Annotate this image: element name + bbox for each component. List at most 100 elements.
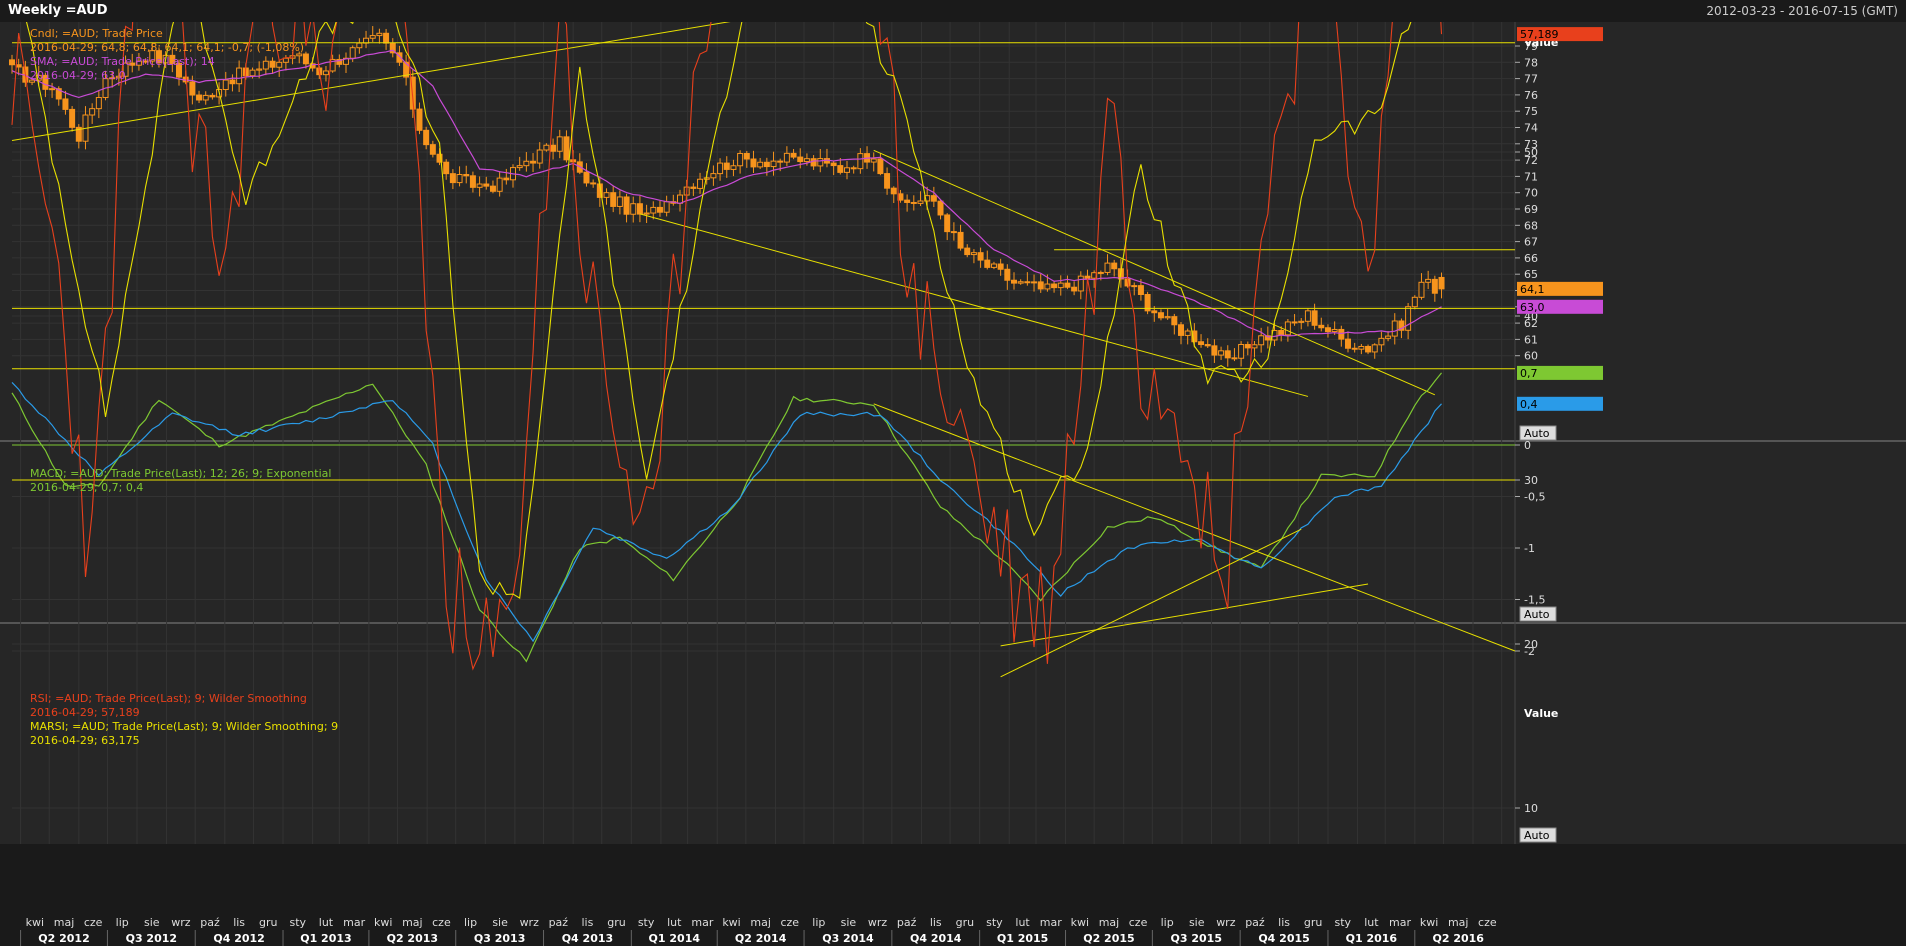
candle-body — [977, 252, 984, 261]
candle-body — [1184, 330, 1191, 336]
month-label: sty — [638, 916, 655, 929]
legend-line: RSI; =AUD; Trade Price(Last); 9; Wilder … — [30, 692, 307, 705]
candle-body — [610, 192, 617, 207]
candle-body — [1338, 328, 1345, 340]
candle-body — [770, 160, 777, 168]
candle-body — [449, 173, 456, 184]
candle-body — [349, 47, 356, 59]
candle-body — [1351, 347, 1358, 350]
candle-body — [1157, 312, 1164, 319]
month-label: lut — [1364, 916, 1379, 929]
candle-body — [957, 231, 964, 249]
candle-body — [1278, 330, 1285, 336]
candle-body — [964, 247, 971, 256]
candle-body — [997, 263, 1004, 270]
month-label: kwi — [1420, 916, 1438, 929]
month-label: sty — [290, 916, 307, 929]
sma-last-badge: 63,0 — [1520, 301, 1545, 314]
candle-body — [1057, 282, 1064, 289]
candle-body — [89, 108, 96, 116]
price-tick-label: 65 — [1524, 268, 1538, 281]
candle-body — [1331, 328, 1338, 333]
candle-body — [857, 153, 864, 170]
candle-body — [1031, 281, 1038, 284]
candle-body — [1137, 285, 1144, 295]
price-tick-label: 78 — [1524, 56, 1538, 69]
date-range[interactable]: 2012-03-23 - 2016-07-15 (GMT) — [1706, 4, 1898, 18]
candle-body — [1238, 344, 1245, 359]
candle-body — [737, 152, 744, 167]
month-label: lip — [1161, 916, 1174, 929]
candle-body — [1104, 262, 1111, 273]
legend-line: 2016-04-29; 63,0 — [30, 69, 126, 82]
candle-body — [1371, 344, 1378, 353]
candle-body — [1311, 310, 1318, 326]
candle-body — [944, 214, 951, 233]
candle-body — [15, 64, 22, 68]
candle-body — [1211, 345, 1218, 356]
month-label: sie — [1189, 916, 1205, 929]
candle-body — [550, 144, 557, 152]
month-label: sie — [841, 916, 857, 929]
auto-button[interactable]: Auto — [1519, 425, 1557, 441]
macd-last-badge: 0,7 — [1520, 367, 1538, 380]
window-title: Weekly =AUD — [8, 3, 108, 18]
candle-body — [1017, 281, 1024, 284]
month-label: gru — [1304, 916, 1322, 929]
candle-body — [269, 60, 276, 68]
chart-area[interactable]: Cndl; =AUD; Trade Price 2016-04-29; 64,8… — [0, 22, 1906, 946]
candle-body — [1418, 281, 1425, 298]
candle-body — [1251, 344, 1258, 349]
candle-body — [757, 161, 764, 168]
month-label: lut — [319, 916, 334, 929]
candle-body — [516, 165, 523, 169]
signal-last-badge: 0,4 — [1520, 398, 1538, 411]
candle-body — [1231, 357, 1238, 360]
candle-body — [590, 182, 597, 185]
month-label: cze — [84, 916, 103, 929]
price-tick-label: 74 — [1524, 122, 1538, 135]
month-label: lis — [930, 916, 942, 929]
candle-body — [643, 212, 650, 215]
candle-body — [62, 98, 69, 110]
panel-rsi-bg — [0, 624, 1906, 844]
legend-line: 2016-04-29; 63,175 — [30, 734, 140, 747]
candle-body — [817, 158, 824, 167]
candle-body — [790, 152, 797, 158]
auto-button-label: Auto — [1524, 829, 1550, 842]
auto-button-label: Auto — [1524, 427, 1550, 440]
candle-body — [1324, 327, 1331, 333]
month-label: cze — [1129, 916, 1148, 929]
macd-tick-label: 0 — [1524, 439, 1531, 452]
rsi-tick-label: 10 — [1524, 802, 1538, 815]
candle-body — [844, 167, 850, 173]
month-label: paź — [897, 916, 917, 929]
macd-tick-label: -0,5 — [1524, 491, 1545, 504]
candle-body — [276, 61, 283, 68]
legend-line: 2016-04-29; 64,8; 64,8; 64,1; 64,1; -0,7… — [30, 41, 304, 54]
candle-body — [984, 259, 991, 268]
candle-body — [530, 160, 537, 164]
price-tick-label: 75 — [1524, 105, 1538, 118]
candle-body — [1385, 335, 1392, 339]
candle-body — [1198, 341, 1205, 346]
month-label: lut — [667, 916, 682, 929]
candle-body — [717, 162, 724, 175]
candle-body — [209, 94, 216, 98]
candle-body — [783, 152, 790, 163]
month-label: sie — [144, 916, 160, 929]
auto-button[interactable]: Auto — [1519, 606, 1557, 622]
candle-body — [837, 165, 844, 173]
auto-button-label: Auto — [1524, 608, 1550, 621]
candle-body — [1178, 324, 1184, 336]
month-label: kwi — [722, 916, 740, 929]
auto-button[interactable]: Auto — [1519, 827, 1557, 843]
month-label: kwi — [374, 916, 392, 929]
month-label: lis — [233, 916, 245, 929]
candle — [69, 106, 76, 132]
candle-body — [523, 160, 530, 167]
candle-body — [469, 175, 476, 188]
candle-body — [650, 206, 657, 214]
candle-body — [95, 97, 102, 110]
candle-body — [750, 158, 757, 168]
